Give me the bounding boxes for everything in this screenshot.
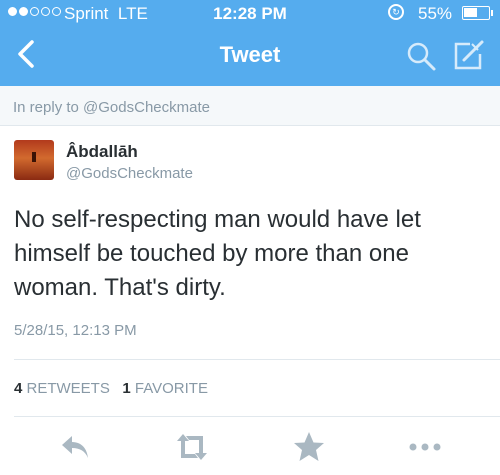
retweets-stat[interactable]: 4 RETWEETS — [14, 380, 110, 397]
compose-icon[interactable] — [450, 38, 486, 74]
favorite-count: 1 — [122, 380, 131, 397]
divider — [14, 416, 500, 417]
search-icon[interactable] — [405, 40, 437, 72]
retweet-label: RETWEETS — [26, 380, 110, 397]
battery-icon — [462, 6, 490, 20]
engagement-stats: 4 RETWEETS 1 FAVORITE — [14, 380, 208, 397]
status-bar: Sprint LTE 12:28 PM ↻ 55% — [0, 0, 500, 28]
divider — [14, 359, 500, 360]
retweet-icon[interactable] — [175, 430, 209, 464]
avatar[interactable] — [14, 140, 54, 180]
battery-percent: 55% — [418, 4, 453, 23]
reply-icon[interactable] — [58, 430, 92, 464]
tweet-timestamp: 5/28/15, 12:13 PM — [14, 322, 137, 339]
favorite-icon[interactable] — [292, 430, 326, 464]
tweet-text: No self-respecting man would have let hi… — [14, 206, 421, 301]
retweet-count: 4 — [14, 380, 23, 397]
navigation-bar: Tweet — [0, 28, 500, 86]
author-handle[interactable]: @GodsCheckmate — [66, 165, 193, 182]
reply-context[interactable]: In reply to @GodsCheckmate — [0, 86, 500, 126]
favorite-label: FAVORITE — [134, 380, 208, 397]
header-bar: Sprint LTE 12:28 PM ↻ 55% Tweet — [0, 0, 500, 86]
favorites-stat[interactable]: 1 FAVORITE — [122, 380, 208, 397]
more-icon[interactable] — [408, 430, 442, 464]
orientation-lock-icon: ↻ — [388, 4, 404, 20]
author-name[interactable]: Âbdallāh — [66, 142, 138, 162]
